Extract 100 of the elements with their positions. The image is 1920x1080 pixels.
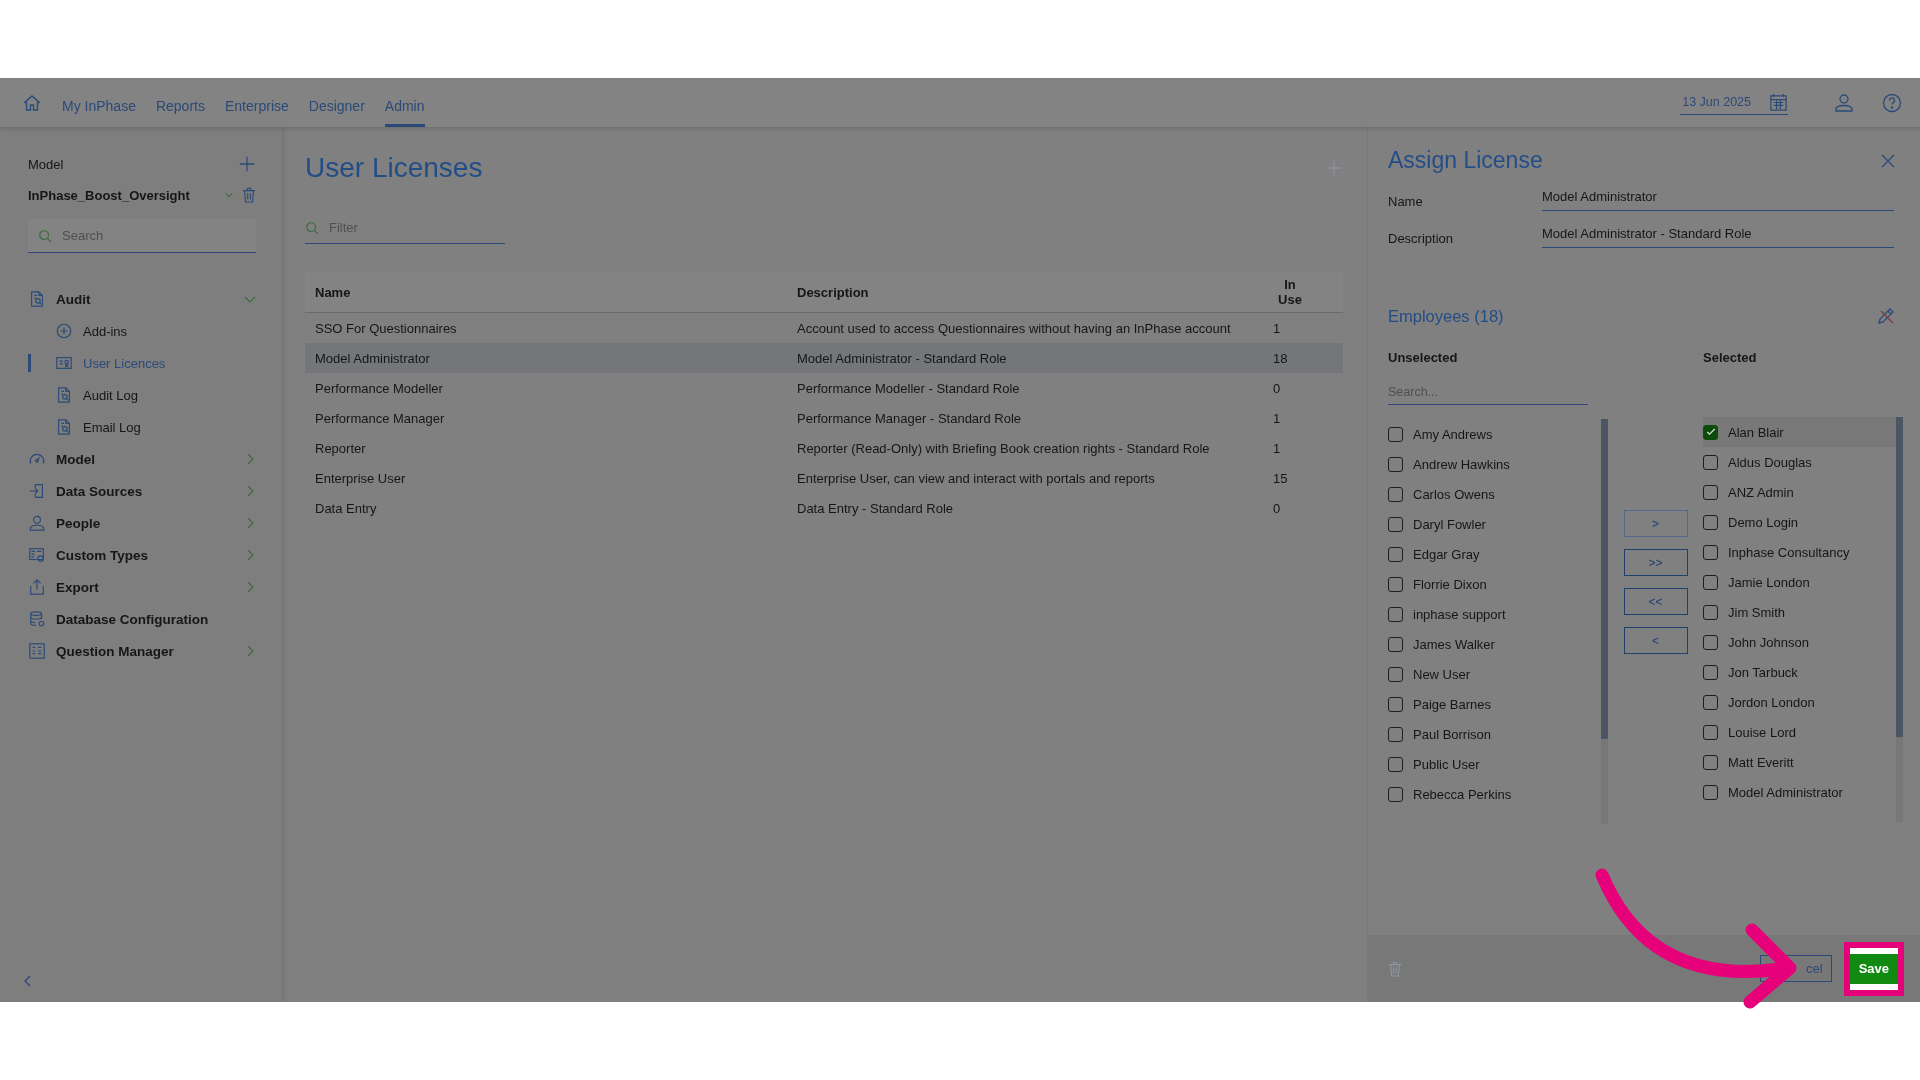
- checkbox[interactable]: [1703, 754, 1718, 770]
- table-cell-text: Performance Modeller - Standard Role: [797, 380, 1021, 396]
- checkbox[interactable]: [1703, 784, 1718, 800]
- menu-icon: [28, 290, 46, 308]
- checkbox[interactable]: [1388, 486, 1403, 502]
- table-row[interactable]: Enterprise User Enterprise User, can view and interact with portals and reports 15: [305, 463, 1343, 493]
- submenu-item[interactable]: User Licences: [83, 355, 166, 371]
- close-icon[interactable]: [1880, 152, 1896, 169]
- nav-tab[interactable]: Admin: [384, 78, 425, 127]
- table-cell-text: Reporter: [315, 440, 367, 456]
- menu-item[interactable]: Model: [56, 451, 234, 467]
- checkbox[interactable]: [1703, 694, 1718, 710]
- table-row[interactable]: SSO For Questionnaires Account used to access Questionnaires without having an InPhase account 1: [305, 313, 1343, 343]
- table-cell-text: 18: [1273, 350, 1289, 366]
- employee-name: Daryl Fowler: [1413, 516, 1486, 532]
- checkbox[interactable]: [1703, 634, 1718, 650]
- transfer-button[interactable]: <: [1623, 627, 1688, 654]
- submenu-item[interactable]: Audit Log: [83, 387, 138, 403]
- menu-item[interactable]: Custom Types: [56, 547, 234, 563]
- menu-item[interactable]: Question Manager: [56, 643, 234, 659]
- checkbox[interactable]: [1388, 696, 1403, 712]
- checkbox[interactable]: [1388, 636, 1403, 652]
- table-row[interactable]: Performance Modeller Performance Modeller - Standard Role 0: [305, 373, 1343, 403]
- menu-item[interactable]: Audit: [56, 291, 234, 307]
- nav-tab[interactable]: Designer: [308, 78, 365, 127]
- menu-icon: [28, 642, 46, 660]
- table-cell-text: Model Administrator: [315, 350, 431, 366]
- employee-name: Paul Borrison: [1413, 726, 1492, 742]
- checkbox[interactable]: [1388, 576, 1403, 592]
- table-cell-text: Data Entry: [315, 500, 378, 516]
- checkbox[interactable]: [1703, 484, 1718, 500]
- table-cell-text: 1: [1273, 320, 1282, 336]
- section-title: Employees (18): [1388, 306, 1504, 326]
- checkbox[interactable]: [1388, 546, 1403, 562]
- checkbox[interactable]: [1388, 726, 1403, 742]
- checkbox[interactable]: [1703, 664, 1718, 680]
- field-label: Description: [1388, 231, 1455, 248]
- table-row[interactable]: Performance Manager Performance Manager - Standard Role 1: [305, 403, 1343, 433]
- help-icon[interactable]: [1882, 92, 1902, 113]
- list-heading: Unselected: [1388, 350, 1459, 365]
- calendar-icon[interactable]: [1769, 92, 1788, 112]
- scrollbar-thumb[interactable]: [1601, 419, 1608, 739]
- checkbox[interactable]: [1388, 426, 1403, 442]
- model-label: Model: [28, 156, 64, 172]
- user-icon[interactable]: [1834, 92, 1854, 113]
- menu-icon: [55, 322, 73, 340]
- employee-name: Carlos Owens: [1413, 486, 1495, 502]
- table-row[interactable]: Reporter Reporter (Read-Only) with Briefing Book creation rights - Standard Role 1: [305, 433, 1343, 463]
- submenu-item[interactable]: Add-ins: [83, 323, 128, 339]
- menu-item[interactable]: Data Sources: [56, 483, 234, 499]
- employee-name: Jon Tarbuck: [1728, 664, 1798, 680]
- checkbox[interactable]: [1388, 666, 1403, 682]
- checkbox[interactable]: [1388, 756, 1403, 772]
- field-label: Name: [1388, 194, 1424, 211]
- employee-name: Rebecca Perkins: [1413, 786, 1512, 802]
- transfer-button[interactable]: <<: [1623, 588, 1688, 615]
- text-field[interactable]: Model Administrator: [1542, 183, 1894, 211]
- checkbox[interactable]: [1703, 604, 1718, 620]
- nav-tab[interactable]: Reports: [155, 78, 205, 127]
- checkbox[interactable]: [1703, 574, 1718, 590]
- nav-tab[interactable]: Enterprise: [224, 78, 289, 127]
- menu-icon: [55, 354, 73, 372]
- employee-name: Jim Smith: [1728, 604, 1786, 620]
- checkbox[interactable]: [1388, 456, 1403, 472]
- home-icon[interactable]: [22, 92, 42, 113]
- menu-icon: [55, 386, 73, 404]
- menu-item[interactable]: Export: [56, 579, 234, 595]
- employee-name: Aldus Douglas: [1728, 454, 1812, 470]
- checkbox[interactable]: [1388, 606, 1403, 622]
- submenu-item[interactable]: Email Log: [83, 419, 141, 435]
- table-cell-text: Performance Manager: [315, 410, 446, 426]
- checkbox[interactable]: [1703, 424, 1718, 440]
- checkbox[interactable]: [1703, 544, 1718, 560]
- table-row[interactable]: Data Entry Data Entry - Standard Role 0: [305, 493, 1343, 523]
- checkbox[interactable]: [1388, 786, 1403, 802]
- save-button[interactable]: Save: [1849, 953, 1898, 984]
- date-field[interactable]: 13 Jun 2025: [1680, 90, 1788, 115]
- column-header[interactable]: Description: [797, 284, 1273, 300]
- employee-name: James Walker: [1413, 636, 1495, 652]
- menu-item[interactable]: Database Configuration: [56, 611, 256, 627]
- checkbox[interactable]: [1388, 516, 1403, 532]
- employee-name: John Johnson: [1728, 634, 1809, 650]
- checkbox[interactable]: [1703, 454, 1718, 470]
- checkbox[interactable]: [1703, 514, 1718, 530]
- employee-name: Public User: [1413, 756, 1480, 772]
- text-field[interactable]: Model Administrator - Standard Role: [1542, 220, 1894, 248]
- employee-name: Florrie Dixon: [1413, 576, 1487, 592]
- column-header[interactable]: In Use: [1273, 277, 1307, 307]
- checkbox[interactable]: [1703, 724, 1718, 740]
- table-cell-text: Enterprise User, can view and interact with portals and reports: [797, 470, 1156, 486]
- column-header[interactable]: Name: [315, 284, 797, 300]
- nav-tab[interactable]: My InPhase: [62, 78, 136, 127]
- table-row[interactable]: Model Administrator Model Administrator - Standard Role 18: [305, 343, 1343, 373]
- menu-item[interactable]: People: [56, 515, 234, 531]
- transfer-button[interactable]: >>: [1623, 549, 1688, 576]
- scrollbar-thumb[interactable]: [1896, 417, 1903, 737]
- employee-name: Model Administrator: [1728, 784, 1843, 800]
- pencil-icon[interactable]: [1876, 306, 1896, 326]
- model-name[interactable]: InPhase_Boost_Oversight: [28, 187, 216, 203]
- employee-name: New User: [1413, 666, 1471, 682]
